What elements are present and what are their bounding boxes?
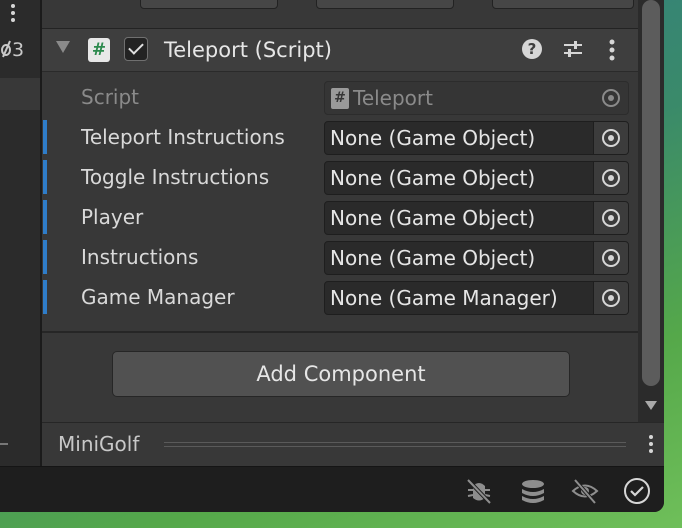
object-picker-icon (602, 169, 620, 187)
add-component-button[interactable]: Add Component (112, 351, 570, 397)
field-label: Instructions (81, 245, 199, 269)
override-marker (43, 280, 47, 314)
script-asset-icon: # (331, 88, 349, 109)
inspector-panel: # Teleport (Script) ? Script # Teleport (42, 0, 638, 466)
object-picker-button[interactable] (593, 282, 628, 314)
layer-count-value: 3 (12, 39, 25, 61)
checkmark-circle-icon[interactable] (622, 476, 652, 506)
left-panel-toolbar (0, 0, 40, 30)
previous-component-strip (42, 0, 638, 28)
left-panel-divider (0, 443, 8, 445)
component-header[interactable]: # Teleport (Script) ? (42, 28, 638, 72)
footer-drag-line (164, 442, 626, 443)
override-marker (43, 200, 47, 234)
field-value: None (Game Object) (330, 206, 536, 230)
preview-footer[interactable]: MiniGolf (42, 423, 638, 466)
footer-object-name: MiniGolf (58, 432, 140, 456)
field-value: None (Game Object) (330, 246, 536, 270)
scroll-down-arrow-icon[interactable] (645, 401, 657, 410)
visibility-toggle-icon (1, 40, 11, 58)
object-picker-icon (602, 129, 620, 147)
scrollbar-thumb[interactable] (642, 0, 660, 386)
visibility-off-icon[interactable] (570, 476, 600, 506)
field-row-toggle-instructions: Toggle Instructions None (Game Object) (42, 157, 638, 197)
field-value: None (Game Object) (330, 166, 536, 190)
game-manager-object-field[interactable]: None (Game Manager) (324, 281, 629, 315)
inspector-window: 3 # Teleport (Script) ? Script # Telepor… (0, 0, 664, 512)
object-picker-button[interactable] (593, 242, 628, 274)
field-row-teleport-instructions: Teleport Instructions None (Game Object) (42, 117, 638, 157)
field-row-player: Player None (Game Object) (42, 197, 638, 237)
previous-field-button-3[interactable] (492, 0, 634, 9)
object-picker-icon (602, 289, 620, 307)
field-value: Teleport (353, 86, 433, 110)
override-marker (43, 120, 47, 154)
field-row-game-manager: Game Manager None (Game Manager) (42, 277, 638, 317)
override-marker (43, 240, 47, 274)
component-title: Teleport (Script) (164, 38, 332, 62)
field-value: None (Game Manager) (330, 286, 558, 310)
selected-hierarchy-row[interactable] (0, 78, 40, 110)
layers-icon[interactable] (518, 476, 548, 506)
vertical-scrollbar[interactable] (638, 0, 664, 422)
field-label: Script (81, 85, 140, 109)
field-row-script: Script # Teleport (42, 77, 638, 117)
object-picker-button[interactable] (593, 162, 628, 194)
object-picker-icon (602, 249, 620, 267)
presets-sliders-icon[interactable] (562, 38, 584, 60)
help-icon[interactable]: ? (522, 39, 542, 59)
field-label: Toggle Instructions (81, 165, 270, 189)
script-object-field: # Teleport (324, 81, 629, 115)
object-picker-icon (602, 89, 620, 107)
previous-field-button-2[interactable] (316, 0, 454, 9)
left-panel-menu-icon[interactable] (6, 0, 20, 26)
debug-off-icon[interactable] (464, 476, 494, 506)
layer-count-indicator: 3 (0, 36, 40, 64)
footer-kebab-menu-icon[interactable] (645, 431, 657, 457)
toggle-instructions-object-field[interactable]: None (Game Object) (324, 161, 629, 195)
field-row-instructions: Instructions None (Game Object) (42, 237, 638, 277)
status-bar (0, 466, 664, 512)
footer-menu-button[interactable] (638, 423, 664, 466)
player-object-field[interactable]: None (Game Object) (324, 201, 629, 235)
field-label: Player (81, 205, 144, 229)
instructions-object-field[interactable]: None (Game Object) (324, 241, 629, 275)
object-picker-button (594, 82, 628, 114)
previous-field-button-1[interactable] (140, 0, 278, 9)
object-picker-button[interactable] (593, 122, 628, 154)
footer-drag-line (164, 446, 626, 447)
csharp-script-icon: # (88, 38, 110, 62)
component-enabled-checkbox[interactable] (124, 37, 148, 61)
override-marker (43, 160, 47, 194)
field-label: Game Manager (81, 285, 235, 309)
field-value: None (Game Object) (330, 126, 536, 150)
teleport-instructions-object-field[interactable]: None (Game Object) (324, 121, 629, 155)
hierarchy-panel-edge: 3 (0, 0, 40, 466)
component-separator (42, 331, 638, 333)
object-picker-button[interactable] (593, 202, 628, 234)
field-label: Teleport Instructions (81, 125, 285, 149)
object-picker-icon (602, 209, 620, 227)
component-kebab-menu-icon[interactable] (604, 37, 620, 63)
foldout-arrow-icon[interactable] (56, 41, 70, 53)
